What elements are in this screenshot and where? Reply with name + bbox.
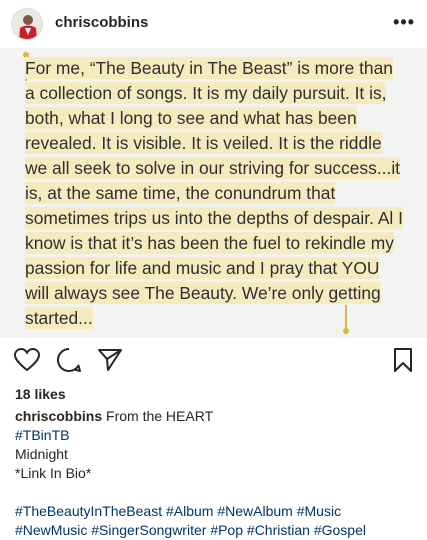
more-options-icon[interactable]: ••• [393, 13, 415, 31]
caption-first-line: chriscobbins From the HEART [15, 407, 415, 426]
hashtags-row-1: #TheBeautyInTheBeast #Album #NewAlbum #M… [15, 502, 415, 521]
hashtag-link[interactable]: #NewMusic [15, 522, 87, 538]
heart-icon[interactable] [13, 346, 41, 374]
caption-tag[interactable]: #TBinTB [15, 426, 415, 445]
avatar-image [12, 9, 42, 39]
caption-username[interactable]: chriscobbins [15, 408, 102, 424]
selection-end-handle [343, 305, 349, 334]
hashtag-link[interactable]: #NewAlbum [217, 503, 292, 519]
post-username[interactable]: chriscobbins [55, 14, 148, 31]
hashtag-link[interactable]: #Gospel [314, 522, 366, 538]
comment-icon[interactable] [55, 346, 83, 374]
caption-line-link-in-bio: *Link In Bio* [15, 465, 92, 481]
note-text: For me, “The Beauty in The Beast” is mor… [25, 56, 405, 331]
caption-line-midnight: Midnight [15, 446, 68, 462]
highlighted-note-text: For me, “The Beauty in The Beast” is mor… [25, 57, 403, 329]
caption-text: From the HEART [106, 408, 214, 424]
hashtag-link[interactable]: #Christian [247, 522, 310, 538]
post-image[interactable]: For me, “The Beauty in The Beast” is mor… [0, 48, 427, 338]
avatar[interactable] [11, 8, 43, 40]
caption: chriscobbins From the HEART #TBinTB Midn… [15, 407, 415, 540]
post-header: chriscobbins ••• [0, 0, 427, 48]
hashtag-link[interactable]: #TheBeautyInTheBeast [15, 503, 162, 519]
send-icon[interactable] [96, 346, 124, 374]
hashtags-row-2: #NewMusic #SingerSongwriter #Pop #Christ… [15, 521, 415, 540]
hashtag-link[interactable]: #Pop [210, 522, 243, 538]
hashtag-link[interactable]: #Album [166, 503, 213, 519]
action-bar [0, 340, 427, 380]
likes-count[interactable]: 18 likes [15, 386, 66, 402]
bookmark-icon[interactable] [389, 346, 417, 374]
hashtag-link[interactable]: #SingerSongwriter [91, 522, 206, 538]
hashtag-link[interactable]: #Music [297, 503, 341, 519]
